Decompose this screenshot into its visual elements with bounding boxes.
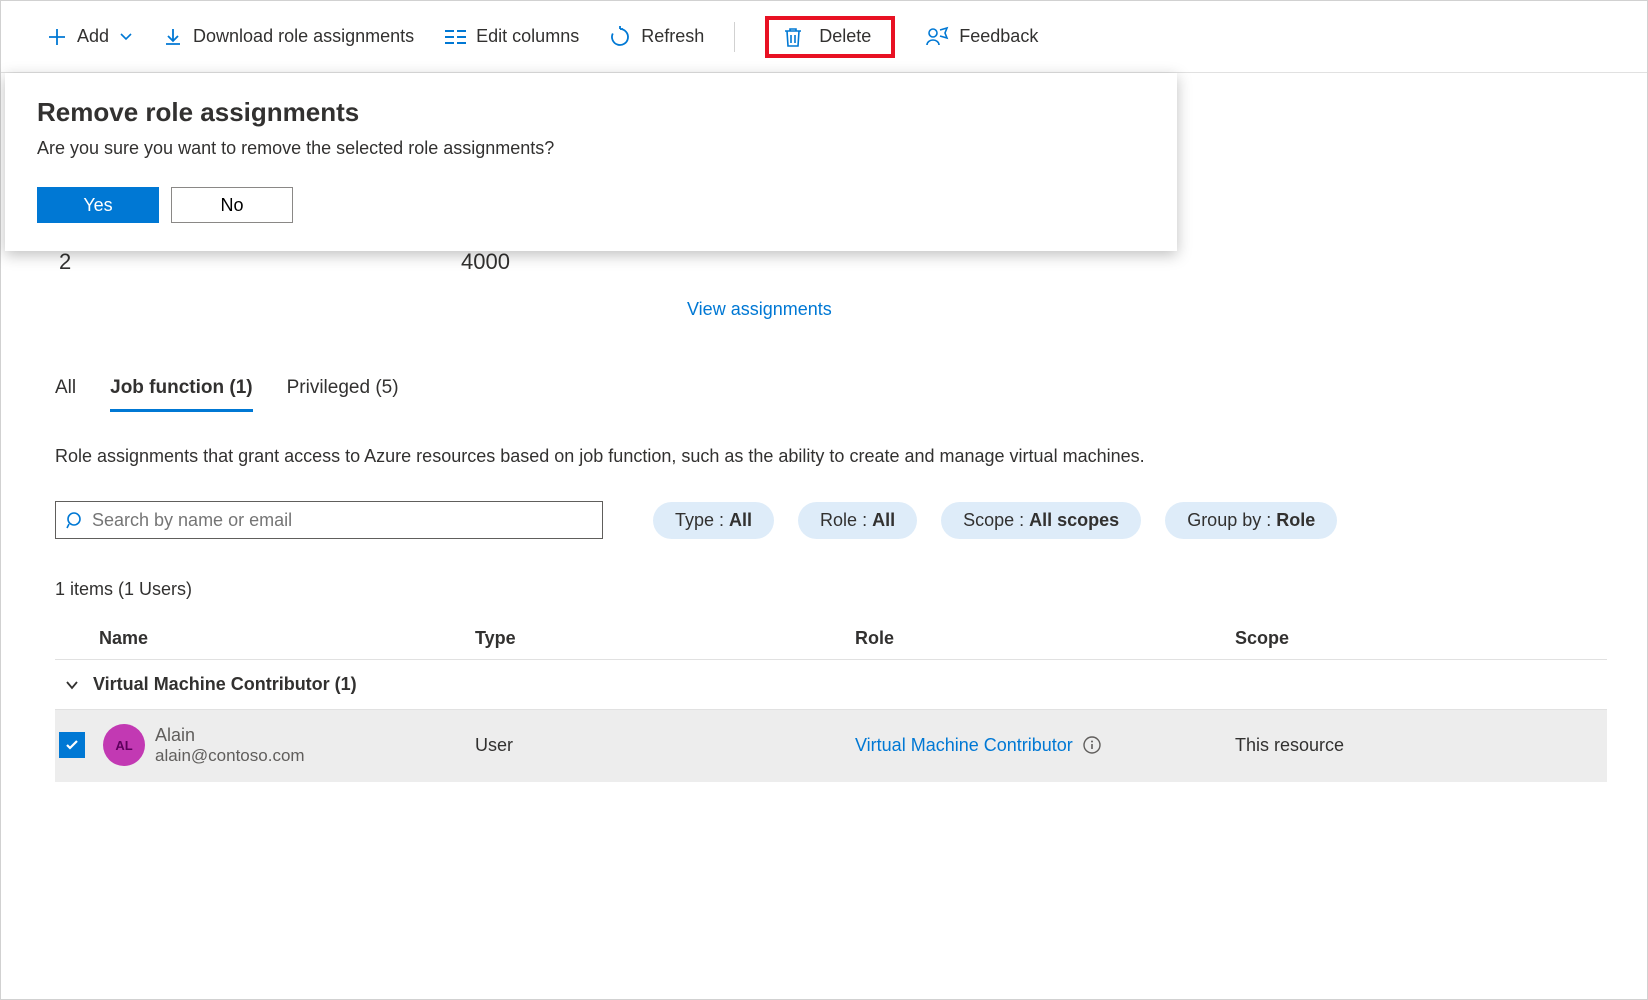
refresh-icon	[609, 26, 631, 48]
tabs: All Job function (1) Privileged (5)	[55, 377, 1607, 412]
divider	[734, 22, 735, 52]
group-row[interactable]: Virtual Machine Contributor (1)	[55, 660, 1607, 710]
tab-privileged[interactable]: Privileged (5)	[287, 377, 399, 412]
table-row[interactable]: AL Alain alain@contoso.com User Virtual …	[55, 710, 1607, 782]
edit-columns-label: Edit columns	[476, 26, 579, 47]
user-email: alain@contoso.com	[155, 746, 305, 766]
chevron-down-icon	[63, 676, 81, 694]
group-title: Virtual Machine Contributor (1)	[93, 674, 357, 695]
add-button[interactable]: Add	[47, 26, 133, 47]
download-label: Download role assignments	[193, 26, 414, 47]
filter-group-by[interactable]: Group by : Role	[1165, 502, 1337, 539]
download-icon	[163, 27, 183, 47]
stat-2: 4000	[461, 249, 510, 275]
col-type[interactable]: Type	[475, 628, 855, 649]
dialog-title: Remove role assignments	[37, 97, 1145, 128]
filter-role[interactable]: Role : All	[798, 502, 917, 539]
edit-columns-button[interactable]: Edit columns	[444, 26, 579, 47]
row-checkbox[interactable]	[59, 732, 85, 758]
chevron-down-icon	[119, 30, 133, 44]
tab-description: Role assignments that grant access to Az…	[55, 446, 1607, 467]
search-box[interactable]	[55, 501, 603, 539]
cell-role-link[interactable]: Virtual Machine Contributor	[855, 735, 1235, 756]
plus-icon	[47, 27, 67, 47]
refresh-button[interactable]: Refresh	[609, 26, 704, 48]
col-scope[interactable]: Scope	[1235, 628, 1607, 649]
search-input[interactable]	[92, 510, 592, 531]
add-label: Add	[77, 26, 109, 47]
refresh-label: Refresh	[641, 26, 704, 47]
tab-job-function[interactable]: Job function (1)	[110, 377, 252, 412]
user-name: Alain	[155, 725, 305, 746]
view-assignments-link[interactable]: View assignments	[687, 299, 832, 320]
download-button[interactable]: Download role assignments	[163, 26, 414, 47]
table-header: Name Type Role Scope	[55, 618, 1607, 660]
col-name[interactable]: Name	[55, 628, 475, 649]
filter-type[interactable]: Type : All	[653, 502, 774, 539]
feedback-button[interactable]: Feedback	[925, 26, 1038, 48]
tab-all[interactable]: All	[55, 377, 76, 412]
search-icon	[66, 511, 84, 529]
dialog-message: Are you sure you want to remove the sele…	[37, 138, 1145, 159]
cell-scope: This resource	[1235, 735, 1607, 756]
yes-button[interactable]: Yes	[37, 187, 159, 223]
stat-1: 2	[59, 249, 71, 275]
col-role[interactable]: Role	[855, 628, 1235, 649]
feedback-icon	[925, 26, 949, 48]
trash-icon	[783, 26, 803, 48]
command-bar: Add Download role assignments Edit colum…	[1, 1, 1647, 73]
feedback-label: Feedback	[959, 26, 1038, 47]
filter-scope[interactable]: Scope : All scopes	[941, 502, 1141, 539]
delete-button[interactable]: Delete	[783, 26, 871, 48]
avatar: AL	[103, 724, 145, 766]
info-icon	[1083, 736, 1101, 754]
delete-button-highlight: Delete	[765, 16, 895, 58]
cell-type: User	[475, 735, 855, 756]
items-count: 1 items (1 Users)	[55, 579, 1607, 600]
delete-label: Delete	[819, 26, 871, 47]
remove-dialog: Remove role assignments Are you sure you…	[5, 73, 1177, 251]
no-button[interactable]: No	[171, 187, 293, 223]
columns-icon	[444, 28, 466, 46]
